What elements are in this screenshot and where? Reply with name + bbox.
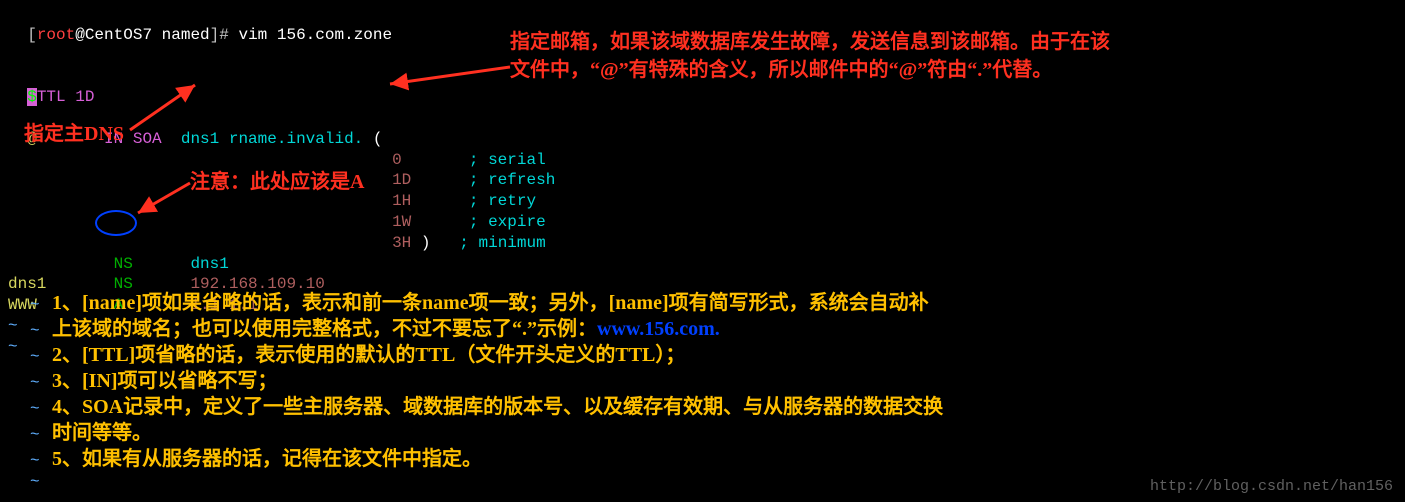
watermark: http://blog.csdn.net/han156: [1150, 477, 1393, 497]
soa-param: 3H ) ; minimum: [8, 233, 1397, 254]
soa-params: 0 ; serial 1D ; refresh 1H ; retry 1W ; …: [8, 150, 1397, 254]
annotation-primary-dns: 指定主DNS: [24, 120, 124, 148]
notes-block: ~1、[name]项如果省略的话，表示和前一条name项一致；另外，[name]…: [30, 290, 943, 493]
zone-soa: @ IN SOA dns1 rname.invalid. (: [8, 108, 1397, 150]
annotation-should-be-a: 注意：此处应该是A: [190, 168, 364, 196]
soa-param: 1W ; expire: [8, 212, 1397, 233]
command-text: vim 156.com.zone: [238, 26, 392, 44]
annotation-mailbox: 指定邮箱，如果该域数据库发生故障，发送信息到该邮箱。由于在该 文件中，“@”有特…: [510, 28, 1110, 84]
resource-record: NS dns1: [8, 254, 1397, 275]
example-domain: www.156.com.: [597, 318, 720, 340]
